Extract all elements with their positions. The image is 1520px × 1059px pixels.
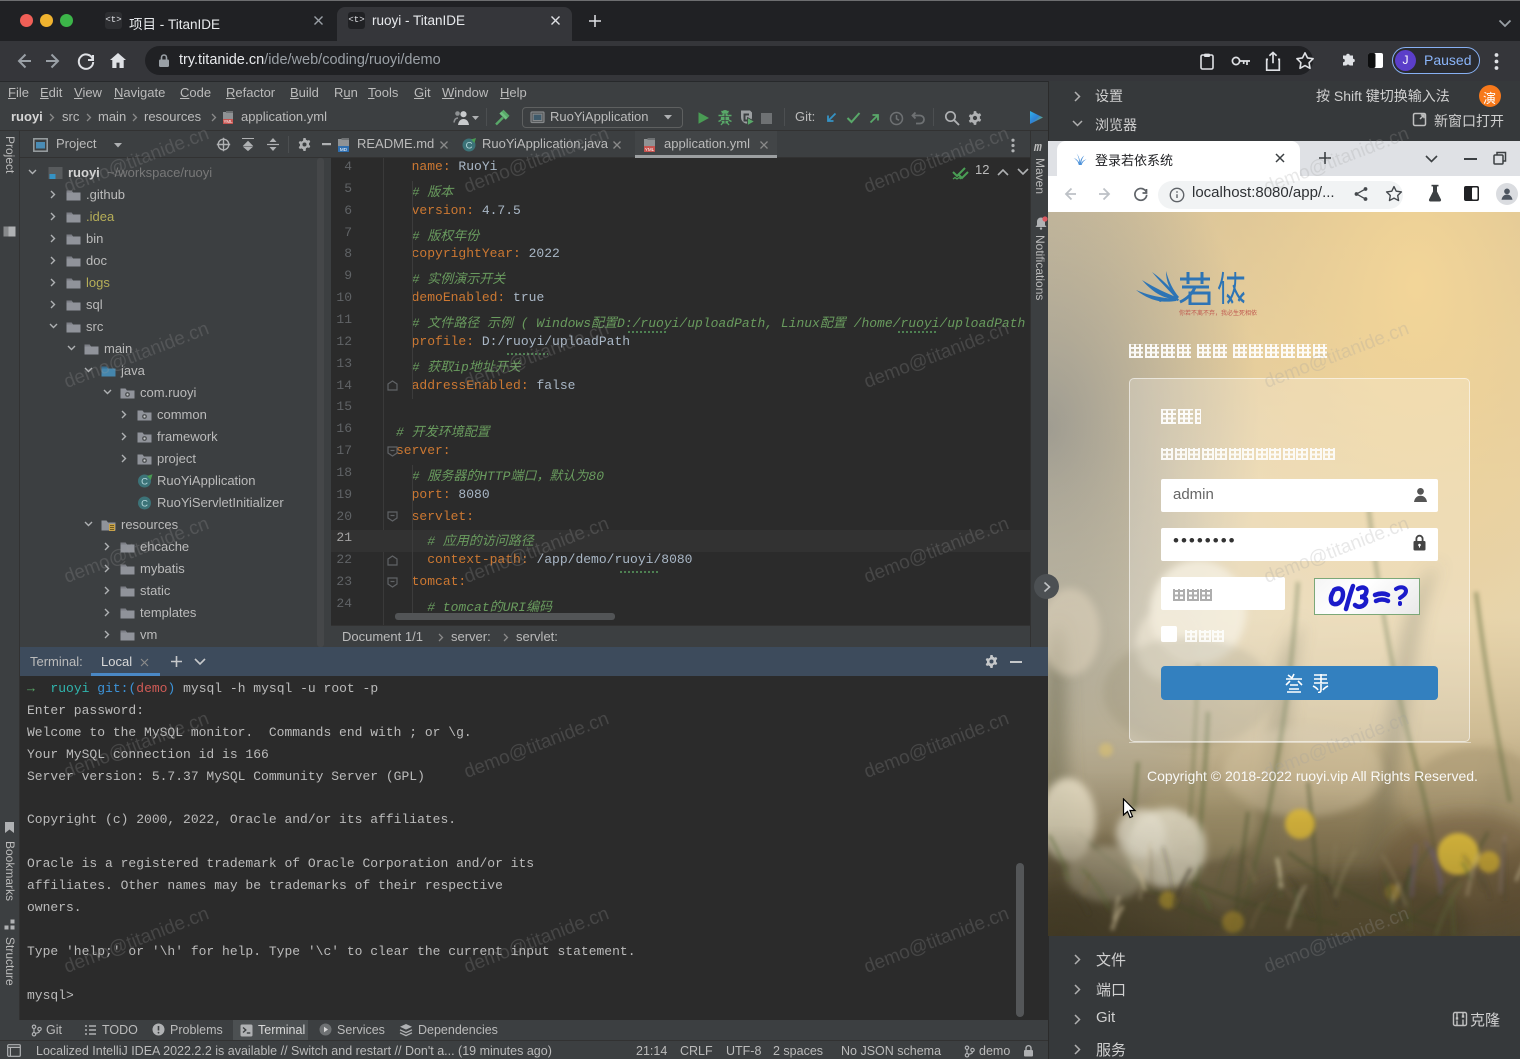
svg-text:YML: YML bbox=[645, 147, 655, 152]
svg-text:YML: YML bbox=[223, 119, 233, 124]
svg-text:C: C bbox=[141, 477, 148, 488]
svg-text:C: C bbox=[466, 140, 473, 151]
svg-text:C: C bbox=[141, 499, 148, 510]
svg-text:MD: MD bbox=[340, 147, 348, 152]
